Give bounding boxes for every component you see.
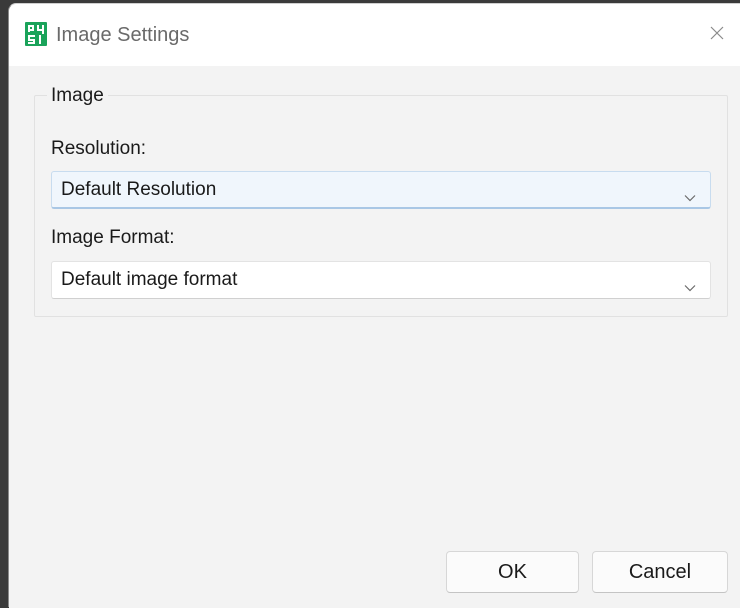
window-title: Image Settings (56, 24, 190, 46)
image-settings-dialog: Image Settings Image Resolution: Default… (8, 3, 740, 608)
close-icon (709, 25, 725, 46)
resolution-dropdown[interactable]: Default Resolution (51, 171, 711, 209)
image-format-dropdown[interactable]: Default image format (51, 261, 711, 299)
chevron-down-icon (684, 276, 696, 292)
title-bar[interactable]: Image Settings (9, 4, 740, 66)
group-title: Image (47, 85, 108, 107)
resolution-value: Default Resolution (61, 178, 217, 200)
chevron-down-icon (684, 186, 696, 201)
ok-button[interactable]: OK (446, 551, 579, 593)
image-format-label: Image Format: (51, 227, 175, 248)
close-button[interactable] (700, 18, 734, 52)
app-logo-icon (25, 22, 47, 46)
resolution-label: Resolution: (51, 138, 147, 159)
dialog-content: Image Resolution: Default Resolution Ima… (9, 66, 740, 608)
cancel-button[interactable]: Cancel (592, 551, 728, 593)
image-format-value: Default image format (61, 269, 238, 290)
